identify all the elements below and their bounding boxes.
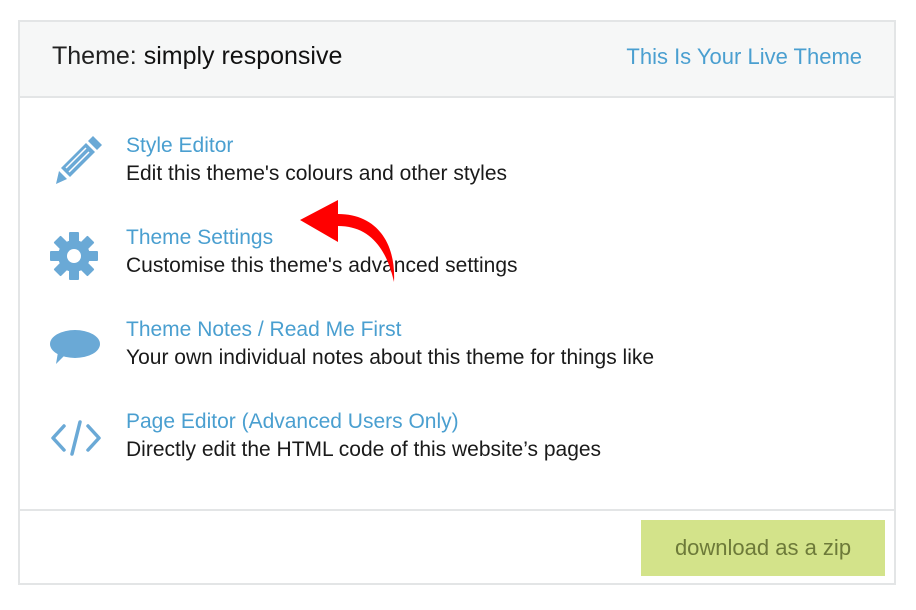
theme-notes-description: Your own individual notes about this the…	[126, 346, 655, 369]
page-title: Theme: simply responsive	[52, 42, 342, 71]
gear-icon	[48, 226, 104, 282]
annotation-arrow-icon	[300, 200, 395, 282]
title-prefix: Theme:	[52, 42, 144, 70]
speech-bubble-icon	[48, 318, 104, 374]
panel-header: Theme: simply responsive This Is Your Li…	[20, 22, 894, 98]
menu-item-style-editor: Style Editor Edit this theme's colours a…	[20, 134, 894, 194]
code-icon	[48, 410, 104, 466]
menu-item-theme-settings: Theme Settings Customise this theme's ad…	[20, 226, 894, 286]
theme-settings-link[interactable]: Theme Settings	[126, 226, 273, 250]
style-editor-description: Edit this theme's colours and other styl…	[126, 162, 508, 185]
menu-item-page-editor: Page Editor (Advanced Users Only) Direct…	[20, 410, 894, 470]
pencil-icon	[48, 134, 104, 190]
live-theme-link[interactable]: This Is Your Live Theme	[626, 44, 862, 70]
download-zip-button[interactable]: download as a zip	[641, 520, 885, 576]
page-editor-link[interactable]: Page Editor (Advanced Users Only)	[126, 410, 459, 434]
style-editor-link[interactable]: Style Editor	[126, 134, 233, 158]
theme-name: simply responsive	[143, 42, 343, 70]
theme-panel: Theme: simply responsive This Is Your Li…	[18, 20, 896, 585]
page-editor-description: Directly edit the HTML code of this webs…	[126, 438, 602, 461]
menu-item-theme-notes: Theme Notes / Read Me First Your own ind…	[20, 318, 894, 378]
theme-notes-link[interactable]: Theme Notes / Read Me First	[126, 318, 401, 342]
footer-divider	[20, 509, 894, 511]
